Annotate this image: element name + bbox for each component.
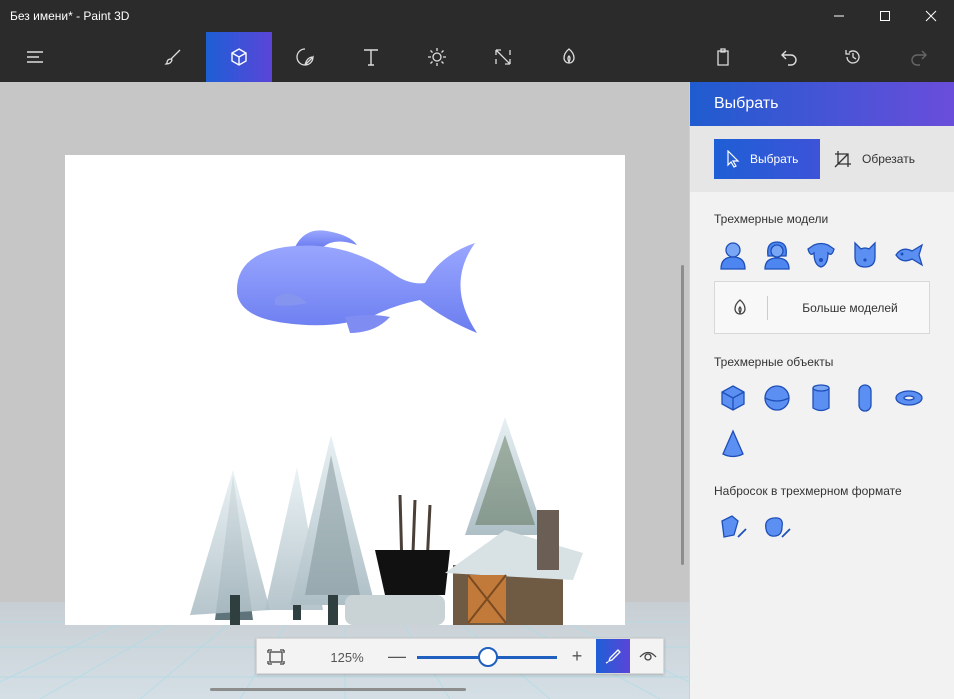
cube-object-button[interactable] <box>713 378 753 418</box>
effects-tool-button[interactable] <box>404 32 470 82</box>
select-button-label: Выбрать <box>750 152 799 166</box>
soft-doodle-button[interactable] <box>757 507 797 547</box>
sun-icon <box>428 48 446 66</box>
torus-object-icon <box>895 390 923 406</box>
cone-object-button[interactable] <box>713 424 753 464</box>
remix-library-icon-small <box>734 299 746 315</box>
select-mode-row: Выбрать Обрезать <box>690 126 954 192</box>
close-button[interactable] <box>908 0 954 32</box>
minimize-icon <box>834 15 844 17</box>
dog-model-icon <box>807 242 835 268</box>
scene-drawing <box>190 230 583 630</box>
panel-header: Выбрать <box>690 82 954 126</box>
maximize-button[interactable] <box>862 0 908 32</box>
maximize-icon <box>880 11 890 21</box>
history-icon <box>845 50 860 64</box>
zoom-in-button[interactable]: + <box>567 645 587 669</box>
pen-mode-button[interactable] <box>596 639 630 673</box>
fit-to-screen-button[interactable] <box>263 644 289 670</box>
3d-objects-heading: Трехмерные объекты <box>714 355 834 369</box>
crop-icon <box>834 151 851 168</box>
zoom-slider-thumb[interactable] <box>478 647 498 667</box>
cylinder-object-button[interactable] <box>801 378 841 418</box>
cube-object-icon <box>721 385 745 411</box>
woman-model-icon <box>764 241 790 270</box>
sticker-icon <box>296 48 314 66</box>
main-toolbar <box>0 32 954 82</box>
crop-button-label: Обрезать <box>862 152 915 166</box>
cylinder-object-icon <box>812 384 830 412</box>
undo-button[interactable] <box>756 32 822 82</box>
text-tool-button[interactable] <box>338 32 404 82</box>
sharp-doodle-button[interactable] <box>713 507 753 547</box>
crop-button[interactable]: Обрезать <box>830 139 940 179</box>
soft-doodle-icon <box>765 517 791 538</box>
fish-model-button[interactable] <box>889 235 929 275</box>
canvas-tool-button[interactable] <box>470 32 536 82</box>
3d-shapes-tool-button[interactable] <box>206 32 272 82</box>
canvas-paper[interactable] <box>65 155 625 630</box>
undo-icon <box>781 50 797 66</box>
brush-icon <box>164 49 181 65</box>
cat-model-button[interactable] <box>845 235 885 275</box>
vertical-scrollbar[interactable] <box>681 265 684 565</box>
cone-object-icon <box>722 429 744 458</box>
window-title: Без имени* - Paint 3D <box>10 9 130 23</box>
side-panel: Выбрать Выбрать Обрезать Трехмерные моде… <box>689 82 954 699</box>
redo-button[interactable] <box>886 32 952 82</box>
clipboard-icon <box>717 48 729 66</box>
minimize-button[interactable] <box>816 0 862 32</box>
snowy-forest-scene[interactable] <box>190 417 583 630</box>
cursor-icon <box>727 150 740 168</box>
3d-view-button[interactable] <box>631 639 665 673</box>
more-models-divider <box>767 296 768 320</box>
3d-library-button[interactable] <box>536 32 602 82</box>
woman-model-button[interactable] <box>757 235 797 275</box>
horizontal-scrollbar[interactable] <box>210 688 466 691</box>
dog-model-button[interactable] <box>801 235 841 275</box>
3d-doodle-heading: Набросок в трехмерном формате <box>714 484 902 498</box>
paste-button[interactable] <box>690 32 756 82</box>
man-model-button[interactable] <box>713 235 753 275</box>
stickers-tool-button[interactable] <box>272 32 338 82</box>
close-icon <box>925 10 937 22</box>
torus-object-button[interactable] <box>889 378 929 418</box>
redo-icon <box>911 50 927 66</box>
text-icon <box>364 49 378 66</box>
zoom-out-button[interactable]: — <box>387 645 407 669</box>
sphere-object-button[interactable] <box>757 378 797 418</box>
cube-icon <box>231 48 247 66</box>
sphere-object-icon <box>764 385 790 411</box>
more-models-button[interactable]: Больше моделей <box>714 281 930 334</box>
fit-screen-icon <box>267 649 285 665</box>
more-models-label: Больше моделей <box>802 301 898 315</box>
zoom-bar: 125% — + <box>256 638 664 674</box>
menu-button[interactable] <box>2 32 68 82</box>
cat-model-icon <box>854 241 876 268</box>
canvas-resize-icon <box>495 49 511 65</box>
3d-models-heading: Трехмерные модели <box>714 212 829 226</box>
eye-icon <box>639 651 657 661</box>
title-bar: Без имени* - Paint 3D <box>0 0 954 32</box>
select-button[interactable]: Выбрать <box>714 139 820 179</box>
brushes-tool-button[interactable] <box>140 32 206 82</box>
pen-icon <box>605 649 621 664</box>
zoom-percent: 125% <box>330 650 364 665</box>
fish-model[interactable] <box>236 230 477 333</box>
fish-model-icon <box>895 243 924 267</box>
capsule-object-button[interactable] <box>845 378 885 418</box>
hamburger-menu-icon <box>27 51 43 63</box>
sharp-doodle-icon <box>721 515 747 538</box>
history-button[interactable] <box>820 32 886 82</box>
remix-library-icon <box>563 48 575 64</box>
panel-title: Выбрать <box>714 95 779 112</box>
man-model-icon <box>720 242 746 270</box>
capsule-object-icon <box>858 384 872 412</box>
canvas-workspace[interactable]: 125% — + <box>0 82 689 699</box>
